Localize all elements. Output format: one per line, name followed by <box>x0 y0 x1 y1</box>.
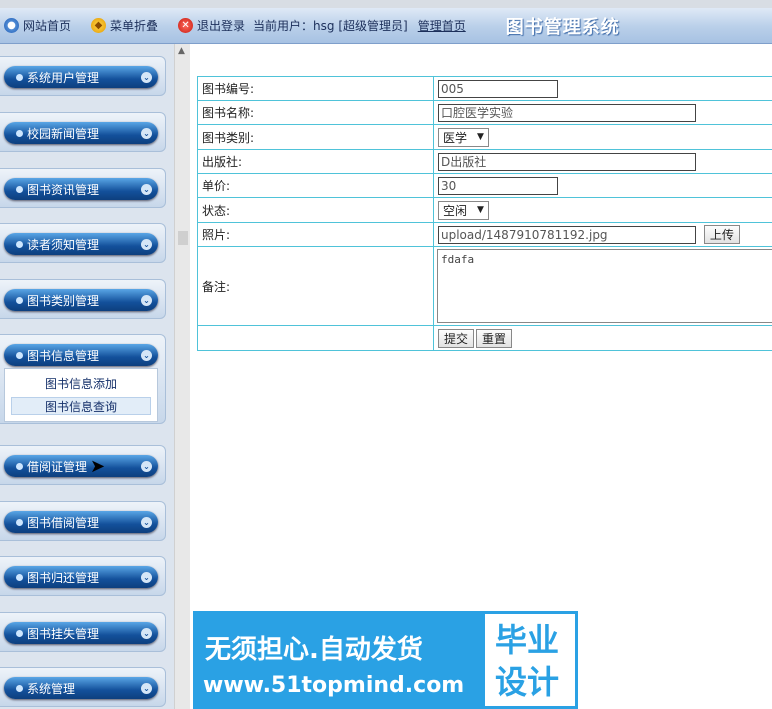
status-value: 空闲 <box>443 203 468 218</box>
chevron-down-icon: ⌄ <box>141 127 152 139</box>
banner-slogan: 无须担心.自动发货 <box>205 635 423 665</box>
dropdown-arrow-icon: ▼ <box>477 205 484 215</box>
chevron-down-icon: ⌄ <box>141 516 152 528</box>
book-category-select[interactable]: 医学 ▼ <box>438 127 489 147</box>
scroll-up-icon[interactable]: ▲ <box>178 46 185 56</box>
menu-dot-icon <box>16 240 23 248</box>
book-edit-form: 图书编号: 005 图书名称: 口腔医学实验 图书类别: 医学 ▼ 出版社: D出… <box>197 76 772 351</box>
menu-label: 图书资讯管理 <box>27 182 100 197</box>
menu-dot-icon <box>16 462 23 470</box>
status-select[interactable]: 空闲 ▼ <box>438 200 489 220</box>
menu-book-category[interactable]: 图书类别管理 ⌄ <box>0 279 166 319</box>
chevron-down-icon: ⌄ <box>141 183 152 195</box>
chevron-down-icon: ⌄ <box>141 460 152 472</box>
browser-strip <box>0 0 772 8</box>
menu-label: 图书类别管理 <box>27 293 100 308</box>
chevron-down-icon: ⌄ <box>141 682 152 694</box>
menu-label: 图书借阅管理 <box>27 515 100 530</box>
sidebar: 系统用户管理 ⌄ 校园新闻管理 ⌄ 图书资讯管理 ⌄ 读者须知管理 ⌄ 图书类别管理 ⌄ … <box>0 44 174 709</box>
mouse-cursor-icon: ➤ <box>90 456 106 477</box>
submenu-query-book[interactable]: 图书信息查询 <box>11 397 151 415</box>
menu-dot-icon <box>16 185 23 193</box>
menu-label: 系统用户管理 <box>27 70 100 85</box>
menu-dot-icon <box>16 573 23 581</box>
upload-button[interactable]: 上传 <box>703 225 740 244</box>
menu-dot-icon <box>16 73 23 81</box>
home-label: 网站首页 <box>23 19 72 33</box>
logout-label: 退出登录 <box>197 19 246 33</box>
chevron-down-icon: ⌄ <box>141 238 152 250</box>
publisher-label: 出版社: <box>197 149 434 174</box>
sidebar-scrollbar[interactable]: ▲ <box>174 44 190 709</box>
logout-icon: ✕ <box>178 18 194 33</box>
submit-button[interactable]: 提交 <box>438 328 475 348</box>
menu-label: 图书挂失管理 <box>27 626 100 641</box>
banner-badge: 毕业 设计 <box>482 611 578 709</box>
menu-label: 读者须知管理 <box>27 237 100 252</box>
menu-book-return[interactable]: 图书归还管理 ⌄ <box>0 556 166 596</box>
menu-system-users[interactable]: 系统用户管理 ⌄ <box>0 56 166 96</box>
menu-system-admin[interactable]: 系统管理 ⌄ <box>0 667 166 707</box>
menu-book-loss[interactable]: 图书挂失管理 ⌄ <box>0 612 166 652</box>
photo-label: 照片: <box>197 222 434 247</box>
banner-badge-bottom: 设计 <box>495 663 560 701</box>
reset-button[interactable]: 重置 <box>476 328 513 348</box>
menu-campus-news[interactable]: 校园新闻管理 ⌄ <box>0 112 166 152</box>
admin-home-link[interactable]: 管理首页 <box>418 17 466 34</box>
current-user: 当前用户：hsg [超级管理员] <box>253 19 408 33</box>
fold-menu-link[interactable]: ◆ 菜单折叠 <box>91 17 158 34</box>
menu-book-info-news[interactable]: 图书资讯管理 ⌄ <box>0 168 166 208</box>
menu-book-borrow[interactable]: 图书借阅管理 ⌄ <box>0 501 166 541</box>
chevron-down-icon: ⌄ <box>141 627 152 639</box>
empty-cell <box>197 325 434 351</box>
watermark-banner: 无须担心.自动发货 www.51topmind.com 毕业 设计 <box>193 611 578 709</box>
scroll-thumb[interactable] <box>178 231 188 245</box>
menu-dot-icon <box>16 351 23 359</box>
dropdown-arrow-icon: ▼ <box>477 132 484 142</box>
home-icon: ● <box>4 18 19 33</box>
home-link[interactable]: ● 网站首页 <box>4 17 71 34</box>
price-input[interactable]: 30 <box>438 176 558 195</box>
system-title: 图书管理系统 <box>505 16 620 38</box>
menu-dot-icon <box>16 518 23 526</box>
photo-path-input[interactable]: upload/1487910781192.jpg <box>438 226 696 244</box>
book-id-label: 图书编号: <box>197 76 434 101</box>
publisher-input[interactable]: D出版社 <box>438 152 696 171</box>
submenu-add-book[interactable]: 图书信息添加 <box>11 375 151 393</box>
book-name-input[interactable]: 口腔医学实验 <box>438 103 696 122</box>
chevron-down-icon: ⌄ <box>141 294 152 306</box>
book-category-label: 图书类别: <box>197 124 434 150</box>
chevron-down-icon: ⌄ <box>141 571 152 583</box>
banner-url: www.51topmind.com <box>203 673 465 698</box>
menu-dot-icon <box>16 684 23 692</box>
chevron-down-icon: ⌄ <box>141 349 152 361</box>
note-textarea[interactable]: fdafa <box>437 249 772 323</box>
menu-label: 系统管理 <box>27 681 76 696</box>
menu-dot-icon <box>16 129 23 137</box>
menu-label: 图书归还管理 <box>27 570 100 585</box>
price-label: 单价: <box>197 173 434 198</box>
logout-link[interactable]: ✕ 退出登录 <box>178 17 245 34</box>
book-name-label: 图书名称: <box>197 100 434 125</box>
note-label: 备注: <box>197 246 434 326</box>
fold-label: 菜单折叠 <box>110 19 159 33</box>
menu-label: 图书信息管理 <box>27 348 100 363</box>
fold-icon: ◆ <box>91 18 107 33</box>
book-id-input[interactable]: 005 <box>438 79 558 98</box>
menu-label: 借阅证管理 <box>27 459 88 474</box>
menu-library-card[interactable]: 借阅证管理 ⌄ <box>0 445 166 485</box>
menu-dot-icon <box>16 629 23 637</box>
chevron-down-icon: ⌄ <box>141 71 152 83</box>
menu-label: 校园新闻管理 <box>27 126 100 141</box>
book-category-value: 医学 <box>443 130 468 145</box>
top-navigation-bar: ● 网站首页 ◆ 菜单折叠 ✕ 退出登录 当前用户：hsg [超级管理员] 管理… <box>0 8 772 44</box>
menu-dot-icon <box>16 296 23 304</box>
banner-badge-top: 毕业 <box>495 621 560 659</box>
menu-reader-notice[interactable]: 读者须知管理 ⌄ <box>0 223 166 263</box>
status-label: 状态: <box>197 197 434 223</box>
submenu-book-info: 图书信息添加 图书信息查询 <box>4 368 158 422</box>
